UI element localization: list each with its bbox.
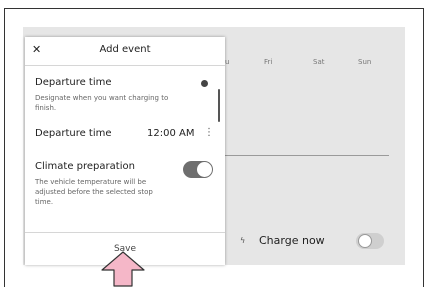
dialog-title: Add event (99, 44, 151, 55)
bolt-icon: ϟ (240, 236, 246, 245)
departure-time-heading: Departure time (35, 77, 112, 88)
climate-preparation-label: Climate preparation (35, 161, 135, 172)
toggle-knob (358, 234, 372, 248)
toggle-knob (197, 162, 212, 177)
day-label: Fri (264, 58, 273, 66)
charge-now-toggle[interactable] (356, 233, 384, 249)
day-label: u (225, 58, 230, 66)
climate-preparation-toggle[interactable] (183, 161, 213, 178)
divider (223, 155, 389, 156)
charge-now-row[interactable]: ϟ Charge now (223, 232, 393, 252)
more-options-icon[interactable]: ⋮ (204, 127, 214, 138)
departure-time-label: Departure time (35, 128, 112, 139)
status-dot (201, 80, 208, 87)
day-label: Sat (313, 58, 325, 66)
up-arrow-icon (101, 251, 145, 287)
departure-time-description: Designate when you want charging to fini… (35, 94, 169, 112)
climate-preparation-description: The vehicle temperature will be adjusted… (35, 178, 153, 206)
day-label: Sun (358, 58, 372, 66)
dialog-body: Departure time Designate when you want c… (25, 66, 225, 232)
add-event-dialog: ✕ Add event Departure time Designate whe… (25, 37, 225, 265)
dialog-header: ✕ Add event (25, 37, 225, 66)
charge-now-label: Charge now (259, 234, 325, 247)
scrollbar[interactable] (218, 89, 220, 122)
departure-time-value[interactable]: 12:00 AM (147, 128, 194, 139)
